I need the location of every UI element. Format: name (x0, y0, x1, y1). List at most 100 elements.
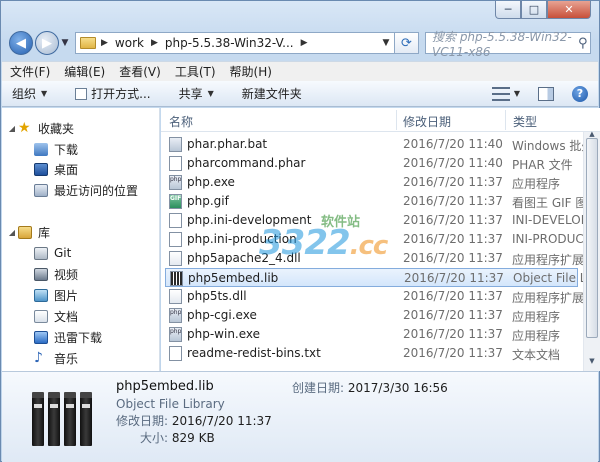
nav-recent[interactable]: 最近访问的位置 (34, 180, 138, 200)
column-divider[interactable] (396, 110, 397, 130)
address-bar[interactable]: ▶ work ▶ php-5.5.38-Win32-V... ▶ ▼ (75, 32, 395, 54)
scroll-down-icon[interactable]: ▼ (584, 357, 600, 369)
open-with-label: 打开方式... (91, 87, 151, 101)
thunder-download-icon (34, 330, 48, 344)
file-type: INI-PRODUC (512, 232, 584, 246)
file-type: 应用程序 (512, 310, 561, 324)
file-name: php-win.exe (187, 327, 261, 341)
back-arrow-icon: ◀ (16, 35, 26, 51)
folder-icon (80, 37, 96, 49)
details-modified: 修改日期: 2016/7/20 11:37 (116, 412, 272, 429)
music-note-icon: ♪ (34, 350, 43, 366)
navigation-bar: ◀ ▶ ▼ ▶ work ▶ php-5.5.38-Win32-V... ▶ ▼… (9, 29, 591, 59)
caption-buttons: ─ □ ✕ (495, 1, 591, 21)
nav-videos[interactable]: 视频 (34, 264, 78, 284)
menu-edit[interactable]: 编辑(E) (64, 63, 105, 80)
nav-desktop[interactable]: 桌面 (34, 159, 78, 179)
expand-arrow-icon[interactable]: ◢ (6, 228, 18, 237)
file-row[interactable]: php.ini-development 2016/7/20 11:37 INI-… (165, 211, 588, 230)
explorer-window: ─ □ ✕ ◀ ▶ ▼ ▶ work ▶ php-5.5.38-Win32-V.… (0, 0, 600, 462)
php-exe-icon: php (169, 175, 182, 190)
search-input[interactable]: 搜索 php-5.5.38-Win32-VC11-x86 ⚲ (425, 30, 591, 59)
details-created-label: 创建日期: (292, 381, 345, 395)
file-name: php5ts.dll (187, 289, 247, 303)
details-modified-label: 修改日期: (116, 414, 169, 428)
new-folder-button[interactable]: 新建文件夹 (242, 85, 302, 102)
nav-git-label: Git (54, 246, 72, 260)
column-type[interactable]: 类型 (513, 113, 537, 130)
scrollbar-thumb[interactable] (586, 138, 598, 338)
nav-downloads[interactable]: 下载 (34, 139, 78, 159)
preview-pane-icon[interactable] (538, 86, 554, 101)
refresh-button[interactable]: ⟳ (395, 32, 419, 54)
breadcrumb-chevron-icon[interactable]: ▶ (298, 38, 311, 48)
file-row[interactable]: phar.phar.bat 2016/7/20 11:40 Windows 批处 (165, 135, 593, 154)
recent-pages-dropdown-icon[interactable]: ▼ (59, 38, 71, 48)
column-divider[interactable] (505, 110, 506, 130)
chevron-down-icon: ▼ (41, 89, 48, 98)
minimize-button[interactable]: ─ (495, 1, 521, 19)
breadcrumb-work[interactable]: work (111, 36, 148, 50)
open-with-button[interactable]: 打开方式... (75, 85, 151, 102)
nav-documents[interactable]: 文档 (34, 306, 78, 326)
breadcrumb-php-folder[interactable]: php-5.5.38-Win32-V... (161, 36, 298, 50)
desktop-icon (34, 162, 48, 176)
menu-tools[interactable]: 工具(T) (175, 63, 216, 80)
file-row[interactable]: GIF php.gif 2016/7/20 11:37 看图王 GIF 图 (165, 192, 587, 211)
file-date: 2016/7/20 11:37 (403, 213, 503, 227)
file-icon (169, 232, 182, 247)
file-date: 2016/7/20 11:37 (403, 289, 503, 303)
file-row[interactable]: php.ini-production 2016/7/20 11:37 INI-P… (165, 230, 584, 249)
nav-git[interactable]: Git (34, 243, 71, 263)
back-button[interactable]: ◀ (9, 31, 33, 55)
file-type: 应用程序扩展 (512, 253, 585, 267)
nav-favorites[interactable]: ◢ ★ 收藏夹 (6, 118, 74, 138)
menu-file[interactable]: 文件(F) (10, 63, 50, 80)
file-row[interactable]: php php-win.exe 2016/7/20 11:37 应用程序 (165, 325, 578, 344)
expand-arrow-icon[interactable]: ◢ (6, 124, 18, 133)
file-row[interactable]: pharcommand.phar 2016/7/20 11:40 PHAR 文件 (165, 154, 578, 173)
nav-libraries[interactable]: ◢ 库 (6, 222, 50, 242)
breadcrumb-chevron-icon[interactable]: ▶ (148, 38, 161, 48)
recent-places-icon (34, 183, 48, 197)
share-button[interactable]: 共享 ▼ (179, 85, 214, 102)
file-name: php.gif (187, 194, 229, 208)
file-row-selected[interactable]: php5embed.lib 2016/7/20 11:37 Object Fil… (165, 268, 586, 287)
close-button[interactable]: ✕ (547, 1, 591, 19)
nav-pictures[interactable]: 图片 (34, 285, 78, 305)
share-label: 共享 (178, 87, 203, 101)
organize-button[interactable]: 组织 ▼ (12, 85, 47, 102)
open-with-icon (75, 87, 88, 100)
file-type: 看图王 GIF 图 (512, 196, 588, 210)
help-icon[interactable]: ? (572, 85, 588, 102)
file-name: phar.phar.bat (187, 137, 268, 151)
file-date: 2016/7/20 11:37 (403, 194, 503, 208)
file-row[interactable]: readme-redist-bins.txt 2016/7/20 11:37 文… (165, 344, 578, 363)
column-name[interactable]: 名称 (169, 113, 193, 130)
refresh-icon: ⟳ (401, 35, 412, 51)
file-row[interactable]: php5ts.dll 2016/7/20 11:37 应用程序扩展 (165, 287, 584, 306)
forward-button[interactable]: ▶ (35, 31, 59, 55)
file-icon (169, 156, 182, 171)
maximize-button[interactable]: □ (521, 1, 547, 19)
details-size-value: 829 KB (171, 431, 215, 445)
column-modified[interactable]: 修改日期 (403, 113, 451, 130)
column-header: 名称 修改日期 类型 (161, 108, 600, 132)
menu-help[interactable]: 帮助(H) (230, 63, 272, 80)
view-dropdown-icon[interactable]: ▼ (514, 89, 520, 98)
nav-thunder[interactable]: 迅雷下载 (34, 327, 102, 347)
search-icon[interactable]: ⚲ (575, 36, 590, 51)
file-name: php-cgi.exe (187, 308, 257, 322)
file-date: 2016/7/20 11:37 (403, 308, 503, 322)
menu-view[interactable]: 查看(V) (119, 63, 161, 80)
file-row[interactable]: php php.exe 2016/7/20 11:37 应用程序 (165, 173, 578, 192)
file-type: INI-DEVELOP (512, 213, 588, 227)
file-row[interactable]: php5apache2_4.dll 2016/7/20 11:37 应用程序扩展 (165, 249, 584, 268)
file-row[interactable]: php php-cgi.exe 2016/7/20 11:37 应用程序 (165, 306, 578, 325)
breadcrumb-chevron-icon[interactable]: ▶ (98, 38, 111, 48)
view-options-icon[interactable] (491, 86, 510, 101)
navigation-pane: ◢ ★ 收藏夹 下载 桌面 最近访问的位置 ◢ 库 Git 视频 图片 文档 迅… (2, 108, 160, 371)
nav-music[interactable]: ♪ 音乐 (34, 348, 78, 368)
address-dropdown-icon[interactable]: ▼ (378, 33, 394, 53)
vertical-scrollbar[interactable]: ▲ ▼ (583, 130, 600, 371)
